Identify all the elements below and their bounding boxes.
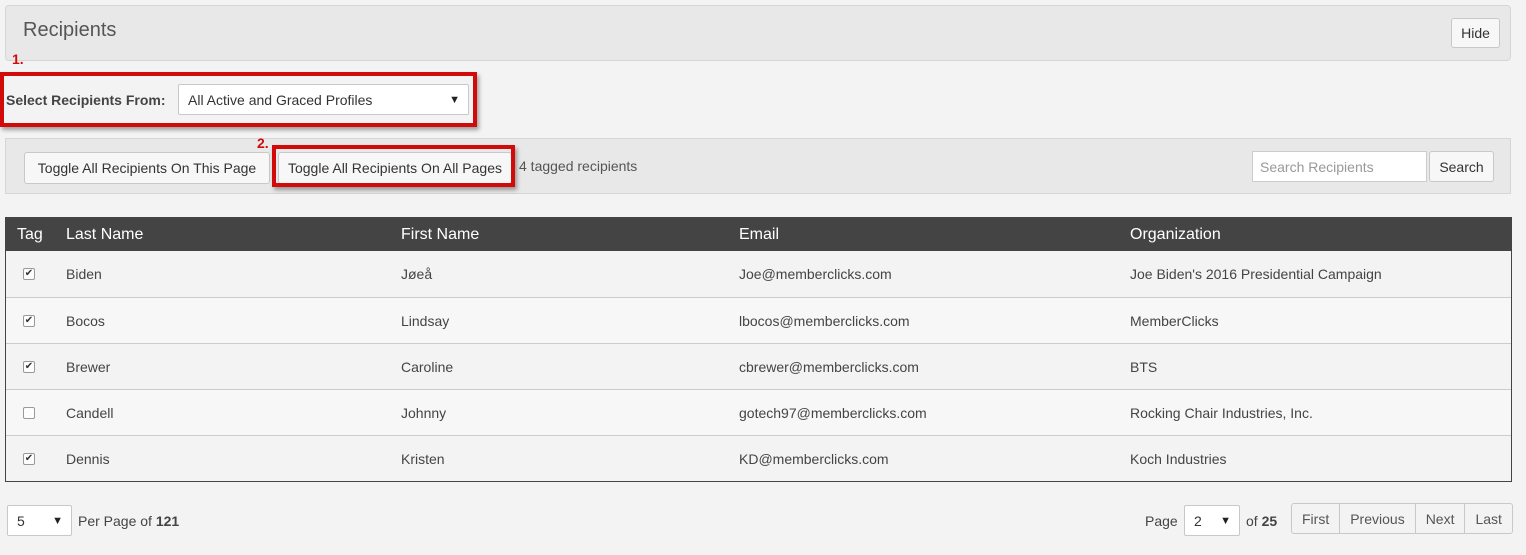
- last-name-cell: Dennis: [66, 450, 110, 467]
- email-cell: gotech97@memberclicks.com: [739, 404, 927, 421]
- recipients-source-select[interactable]: All Active and Graced Profiles ▼: [178, 84, 469, 115]
- organization-cell: Joe Biden's 2016 Presidential Campaign: [1130, 266, 1382, 282]
- toggle-page-recipients-button[interactable]: Toggle All Recipients On This Page: [24, 152, 270, 184]
- annotation-box-2: [272, 145, 515, 187]
- recipients-toolbar: Toggle All Recipients On This Page Toggl…: [5, 138, 1511, 194]
- first-name-cell: Caroline: [401, 358, 454, 375]
- recipients-panel-header: Recipients Hide: [5, 5, 1511, 61]
- first-name-cell: Jøeå: [401, 266, 433, 282]
- per-page-select[interactable]: 5 ▼: [7, 505, 72, 536]
- first-name-cell: Lindsay: [401, 312, 450, 329]
- email-cell: Joe@memberclicks.com: [739, 266, 892, 282]
- dropdown-arrow-icon: ▼: [52, 514, 63, 527]
- annotation-number-2: 2.: [257, 135, 269, 151]
- column-header-last-name[interactable]: Last Name: [66, 226, 143, 244]
- panel-title: Recipients: [23, 19, 117, 41]
- column-header-email[interactable]: Email: [739, 226, 779, 244]
- table-row: ✔ Biden Jøeå Joe@memberclicks.com Joe Bi…: [6, 251, 1511, 297]
- first-name-cell: Kristen: [401, 450, 445, 467]
- per-page-text: Per Page of 121: [78, 513, 179, 529]
- previous-page-button[interactable]: Previous: [1339, 503, 1416, 534]
- per-page-label: Per Page of: [78, 513, 152, 529]
- organization-cell: BTS: [1130, 358, 1158, 375]
- tag-checkbox[interactable]: ✔: [23, 452, 35, 465]
- organization-cell: MemberClicks: [1130, 312, 1219, 329]
- table-row: ✔ Brewer Caroline cbrewer@memberclicks.c…: [6, 343, 1511, 389]
- search-recipients-input[interactable]: [1252, 151, 1427, 182]
- recipients-source-value: All Active and Graced Profiles: [188, 91, 373, 108]
- hide-button[interactable]: Hide: [1451, 18, 1500, 48]
- tag-checkbox[interactable]: [23, 406, 35, 419]
- last-name-cell: Brewer: [66, 358, 111, 375]
- first-page-button[interactable]: First: [1291, 503, 1341, 534]
- tag-checkbox[interactable]: ✔: [23, 360, 35, 373]
- table-header: Tag Last Name First Name Email Organizat…: [6, 218, 1511, 251]
- last-page-button[interactable]: Last: [1464, 503, 1513, 534]
- last-name-cell: Biden: [66, 266, 102, 282]
- last-name-cell: Bocos: [66, 312, 105, 329]
- of-total-pages: of 25: [1246, 513, 1277, 529]
- column-header-first-name[interactable]: First Name: [401, 226, 479, 244]
- table-row: ✔ Dennis Kristen KD@memberclicks.com Koc…: [6, 435, 1511, 481]
- dropdown-arrow-icon: ▼: [449, 93, 460, 106]
- tag-checkbox[interactable]: ✔: [23, 314, 35, 327]
- pager: First Previous Next Last: [1291, 503, 1513, 534]
- column-header-tag[interactable]: Tag: [17, 226, 43, 244]
- last-name-cell: Candell: [66, 404, 114, 421]
- organization-cell: Rocking Chair Industries, Inc.: [1130, 404, 1313, 421]
- total-count: 121: [155, 513, 180, 529]
- next-page-button[interactable]: Next: [1414, 503, 1466, 534]
- tag-checkbox[interactable]: ✔: [23, 268, 35, 280]
- per-page-value: 5: [17, 512, 25, 529]
- dropdown-arrow-icon: ▼: [1220, 514, 1231, 527]
- email-cell: cbrewer@memberclicks.com: [739, 358, 919, 375]
- email-cell: lbocos@memberclicks.com: [739, 312, 910, 329]
- page-label: Page: [1145, 513, 1178, 529]
- tagged-count: 4 tagged recipients: [519, 158, 638, 174]
- page-select[interactable]: 2 ▼: [1184, 505, 1240, 536]
- table-row: Candell Johnny gotech97@memberclicks.com…: [6, 389, 1511, 435]
- organization-cell: Koch Industries: [1130, 450, 1227, 467]
- annotation-number-1: 1.: [12, 51, 24, 67]
- search-button[interactable]: Search: [1429, 151, 1494, 182]
- current-page-value: 2: [1194, 512, 1202, 529]
- email-cell: KD@memberclicks.com: [739, 450, 889, 467]
- recipients-table: Tag Last Name First Name Email Organizat…: [5, 217, 1512, 482]
- table-row: ✔ Bocos Lindsay lbocos@memberclicks.com …: [6, 297, 1511, 343]
- select-recipients-label: Select Recipients From:: [6, 92, 166, 108]
- of-label: of: [1246, 513, 1258, 529]
- first-name-cell: Johnny: [401, 404, 447, 421]
- total-pages: 25: [1261, 513, 1278, 529]
- column-header-organization[interactable]: Organization: [1130, 226, 1221, 244]
